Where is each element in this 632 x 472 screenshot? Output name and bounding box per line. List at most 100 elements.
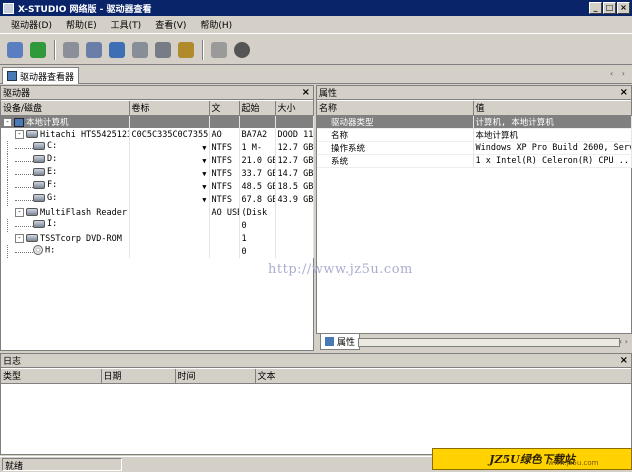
tab-driver-view[interactable]: 驱动器查看器 bbox=[2, 67, 80, 84]
property-value: 计算机, 本地计算机 bbox=[473, 115, 632, 129]
drive-row[interactable]: H: 0 bbox=[1, 245, 314, 258]
title-bar: X-STUDIO 网络版 - 驱动器查看 _ □ × bbox=[0, 0, 632, 16]
label-dropdown-icon[interactable]: ▼ bbox=[202, 196, 206, 204]
partition-icon bbox=[33, 219, 45, 228]
tree-toggle-icon[interactable]: - bbox=[3, 117, 12, 127]
col-log-time[interactable]: 时间 bbox=[175, 369, 256, 384]
drive-name: E: bbox=[47, 167, 58, 177]
app-icon bbox=[3, 2, 14, 14]
label-dropdown-icon[interactable]: ▼ bbox=[202, 157, 206, 165]
drive-name: H: bbox=[45, 245, 56, 256]
tab-properties[interactable]: 属性 bbox=[320, 334, 361, 350]
menu-help-e[interactable]: 帮助(E) bbox=[59, 18, 104, 31]
tab-properties-label: 属性 bbox=[337, 338, 356, 348]
drive-row[interactable]: - MultiFlash Reader USB AO USB(Disk bbox=[1, 206, 314, 219]
search-button[interactable] bbox=[152, 39, 174, 61]
drive-size bbox=[275, 219, 314, 232]
tree-toggle-icon[interactable]: - bbox=[15, 207, 24, 217]
property-row[interactable]: 名称 本地计算机 bbox=[317, 128, 632, 142]
clear-button[interactable] bbox=[208, 39, 230, 61]
refresh-drive-button[interactable] bbox=[4, 39, 26, 61]
window-title: X-STUDIO 网络版 - 驱动器查看 bbox=[18, 4, 152, 15]
log-panel-close-icon[interactable]: × bbox=[620, 355, 628, 366]
tree-toggle-icon[interactable]: - bbox=[15, 129, 24, 139]
driver-tab-icon bbox=[7, 71, 17, 81]
drive-size: 12.7 GB bbox=[275, 154, 314, 167]
hard-disk-icon bbox=[26, 208, 38, 216]
drive-row[interactable]: E: ▼ NTFS 33.7 GB 14.7 GB bbox=[1, 167, 314, 180]
properties-scroll-arrows[interactable]: ‹ › bbox=[619, 337, 628, 346]
drive-row[interactable]: C: ▼ NTFS 1 M- 12.7 GB bbox=[1, 141, 314, 154]
drive-fs: NTFS bbox=[209, 167, 240, 180]
col-prop-value[interactable]: 值 bbox=[473, 101, 632, 116]
menu-tools[interactable]: 工具(T) bbox=[104, 18, 149, 31]
drive-row[interactable]: G: ▼ NTFS 67.8 GB 43.9 GB bbox=[1, 193, 314, 206]
menu-drive[interactable]: 驱动器(D) bbox=[4, 18, 59, 31]
col-log-type[interactable]: 类型 bbox=[1, 369, 102, 384]
tree-line bbox=[15, 247, 33, 253]
hard-disk-icon bbox=[26, 130, 38, 138]
list-button[interactable] bbox=[175, 39, 197, 61]
col-label[interactable]: 卷标 bbox=[129, 101, 210, 116]
settings-icon bbox=[132, 41, 148, 58]
maximize-button[interactable]: □ bbox=[603, 2, 616, 14]
property-row[interactable]: 系统 1 x Intel(R) Celeron(R) CPU ... bbox=[317, 154, 632, 168]
toolbar bbox=[0, 35, 632, 65]
partition-icon bbox=[33, 180, 45, 189]
reload-button[interactable] bbox=[27, 39, 49, 61]
drive-label: C0C5C335C0C7355 bbox=[131, 129, 209, 140]
label-dropdown-icon[interactable]: ▼ bbox=[202, 183, 206, 191]
drives-panel-title: 驱动器 bbox=[3, 89, 31, 99]
copy-disk-icon bbox=[86, 41, 102, 58]
toolbar-separator bbox=[202, 39, 204, 60]
properties-footer: 属性 ‹ › bbox=[316, 333, 632, 351]
label-dropdown-icon[interactable]: ▼ bbox=[202, 170, 206, 178]
drive-row[interactable]: D: ▼ NTFS 21.0 GB 12.7 GB bbox=[1, 154, 314, 167]
col-log-date[interactable]: 日期 bbox=[101, 369, 176, 384]
col-size[interactable]: 大小 bbox=[275, 101, 314, 116]
tree-line bbox=[7, 180, 15, 193]
properties-scrollbar[interactable] bbox=[358, 338, 620, 347]
drive-row[interactable]: - Hitachi HTS54251235 C0C5C335C0C7355 AO BA7… bbox=[1, 128, 314, 141]
drive-row[interactable]: - 本地计算机 bbox=[1, 115, 314, 128]
drive-row[interactable]: I: 0 bbox=[1, 219, 314, 232]
drives-panel-close-icon[interactable]: × bbox=[302, 87, 310, 98]
settings-button[interactable] bbox=[129, 39, 151, 61]
minimize-button[interactable]: _ bbox=[589, 2, 602, 14]
drive-row[interactable]: F: ▼ NTFS 48.5 GB 18.5 GB bbox=[1, 180, 314, 193]
log-panel-header: 日志 × bbox=[1, 354, 631, 368]
scan-button[interactable] bbox=[60, 39, 82, 61]
menu-help[interactable]: 帮助(H) bbox=[193, 18, 239, 31]
stop-button[interactable] bbox=[231, 39, 253, 61]
drive-fs: AO bbox=[209, 128, 240, 141]
drive-size bbox=[275, 245, 314, 258]
menu-view[interactable]: 查看(V) bbox=[148, 18, 193, 31]
tree-toggle-icon[interactable]: - bbox=[15, 233, 24, 243]
drive-size: 14.7 GB bbox=[275, 167, 314, 180]
tree-line bbox=[15, 221, 33, 227]
drive-size: 18.5 GB bbox=[275, 180, 314, 193]
close-button[interactable]: × bbox=[617, 2, 630, 14]
property-name: 系统 bbox=[317, 154, 474, 168]
network-button[interactable] bbox=[106, 39, 128, 61]
network-icon bbox=[109, 41, 125, 58]
property-row[interactable]: 驱动器类型 计算机, 本地计算机 bbox=[317, 115, 632, 129]
col-prop-name[interactable]: 名称 bbox=[317, 101, 474, 116]
drive-name: F: bbox=[47, 180, 58, 190]
property-row[interactable]: 操作系统Windows XP Pro Build 2600, Servic... bbox=[317, 141, 632, 155]
label-dropdown-icon[interactable]: ▼ bbox=[202, 144, 206, 152]
properties-panel: 属性 × 名称 值 驱动器类型 计算机, 本地计算机 名称 本地计算机 操作系统 Wind… bbox=[316, 85, 632, 351]
tree-line bbox=[7, 154, 15, 167]
copy-disk-button[interactable] bbox=[83, 39, 105, 61]
tab-scroll-arrows[interactable]: ‹ › bbox=[610, 69, 628, 78]
drive-row[interactable]: - TSSTcorp DVD-ROM 1 bbox=[1, 232, 314, 245]
drive-fs: NTFS bbox=[209, 154, 240, 167]
col-log-text[interactable]: 文本 bbox=[255, 369, 632, 384]
partition-icon bbox=[33, 193, 45, 202]
col-fs[interactable]: 文 bbox=[209, 101, 240, 116]
col-device[interactable]: 设备/磁盘 bbox=[1, 101, 130, 116]
col-start[interactable]: 起始 bbox=[239, 101, 276, 116]
drive-start: BA7A2 bbox=[239, 128, 276, 141]
drives-panel-header: 驱动器 × bbox=[1, 86, 313, 100]
properties-panel-close-icon[interactable]: × bbox=[620, 87, 628, 98]
